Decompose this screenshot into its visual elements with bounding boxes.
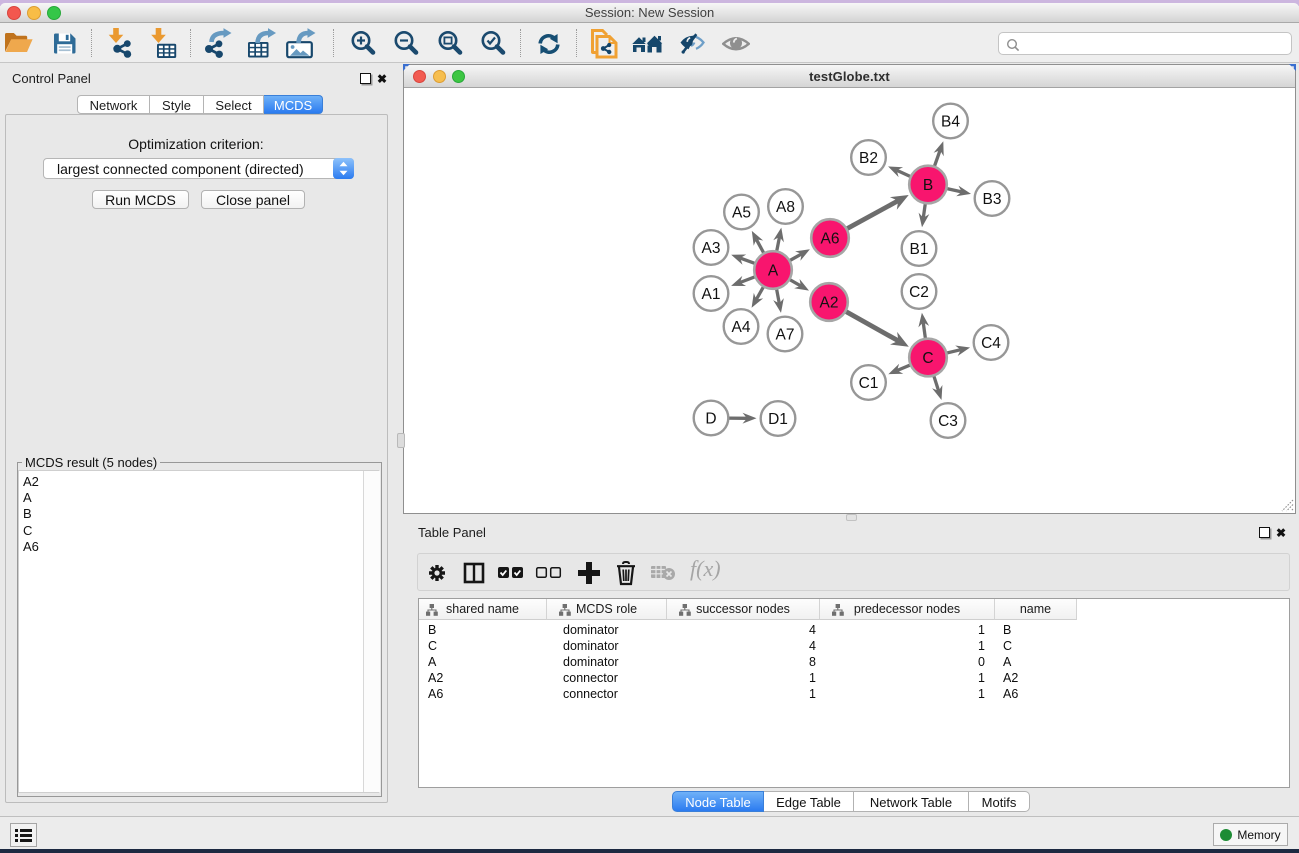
svg-text:A8: A8 xyxy=(776,199,795,216)
svg-text:A3: A3 xyxy=(702,240,721,257)
svg-text:A2: A2 xyxy=(820,295,839,312)
svg-text:C1: C1 xyxy=(859,375,879,392)
svg-text:C: C xyxy=(922,350,933,367)
svg-text:B4: B4 xyxy=(941,114,960,131)
svg-text:D: D xyxy=(705,411,716,428)
svg-text:A6: A6 xyxy=(821,231,840,248)
svg-text:C2: C2 xyxy=(909,284,929,301)
svg-text:A: A xyxy=(768,263,779,280)
svg-text:D1: D1 xyxy=(768,411,788,428)
svg-text:A5: A5 xyxy=(732,205,751,222)
svg-text:B: B xyxy=(923,177,933,194)
svg-text:A7: A7 xyxy=(776,327,795,344)
svg-text:B3: B3 xyxy=(983,191,1002,208)
svg-text:A1: A1 xyxy=(702,286,721,303)
svg-text:A4: A4 xyxy=(732,319,751,336)
svg-text:C3: C3 xyxy=(938,413,958,430)
svg-text:C4: C4 xyxy=(981,335,1001,352)
svg-text:B2: B2 xyxy=(859,150,878,167)
svg-text:B1: B1 xyxy=(910,241,929,258)
